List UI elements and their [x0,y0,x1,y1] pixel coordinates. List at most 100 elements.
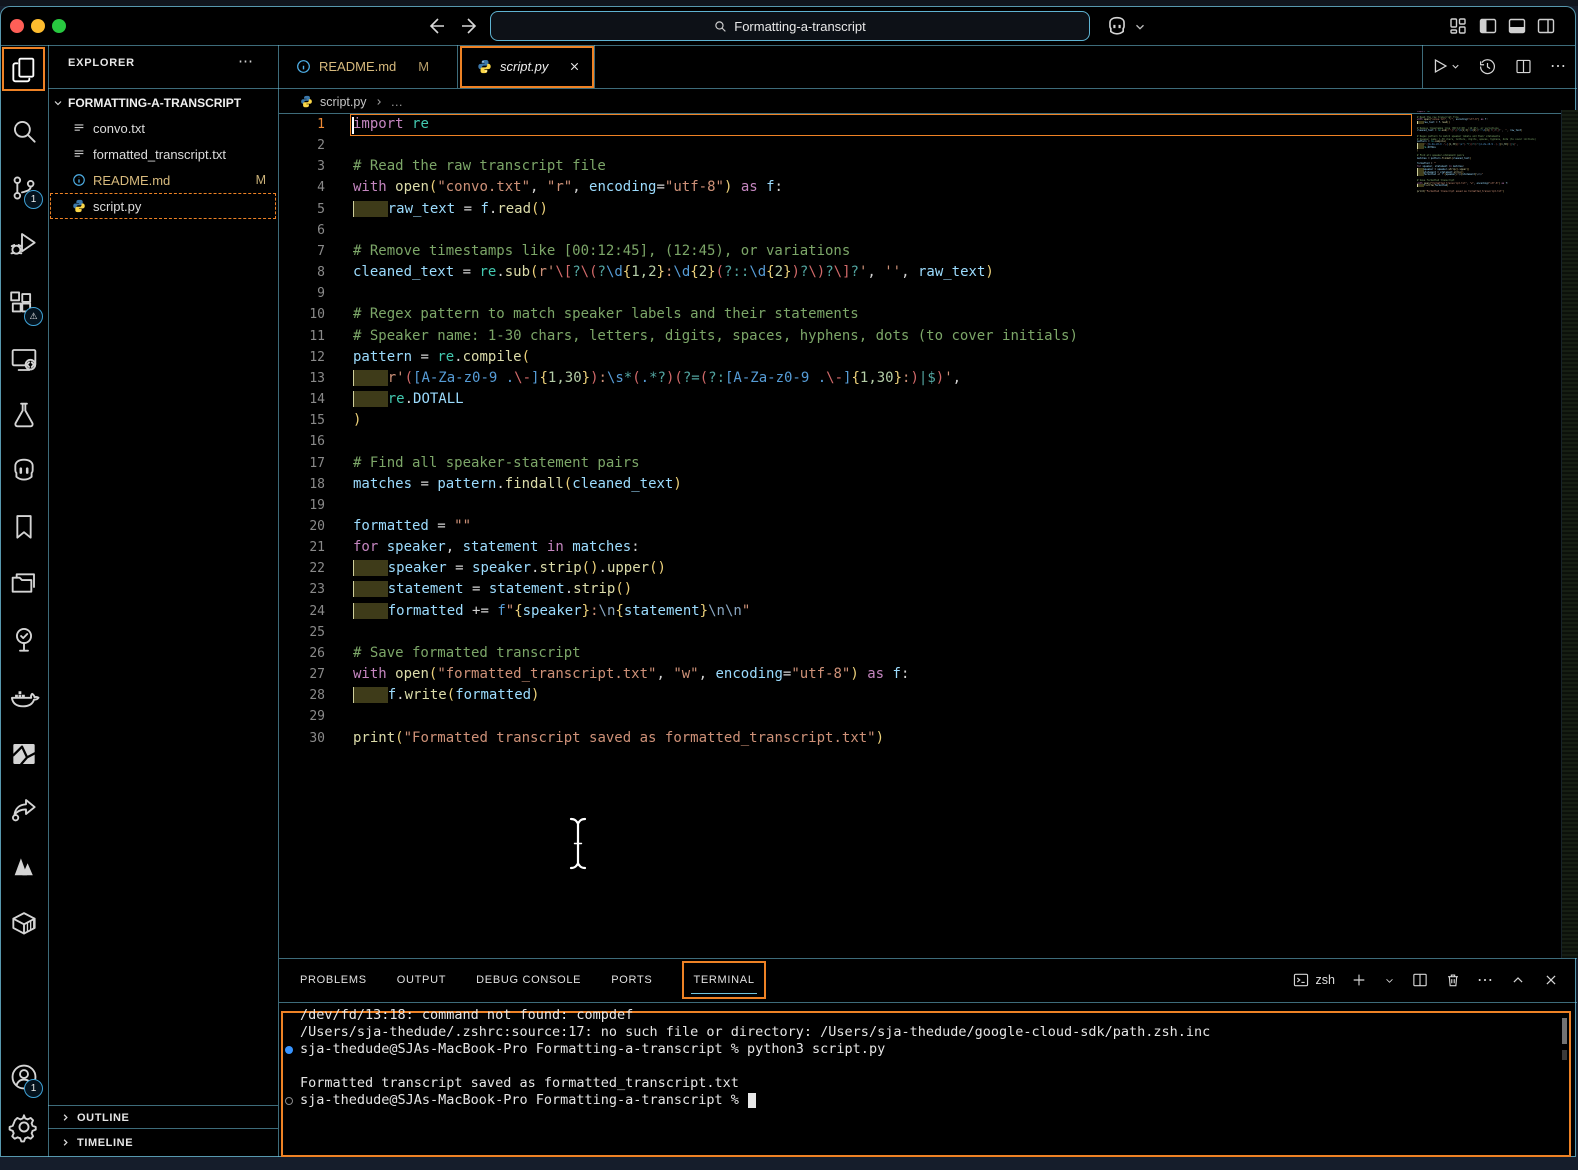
outline-section-header[interactable]: OUTLINE [48,1106,278,1129]
line-number[interactable]: 24 [278,601,325,622]
close-panel-icon[interactable] [1542,971,1560,989]
file-row-script.py[interactable]: script.py [50,193,276,219]
tab-readme-md[interactable]: README.md M [278,45,457,88]
toggle-primary-sidebar-icon[interactable] [1477,15,1499,37]
file-row-convo.txt[interactable]: convo.txt [50,115,276,141]
file-row-formatted_transcript.txt[interactable]: formatted_transcript.txt [50,141,276,167]
line-number[interactable]: 23 [278,579,325,600]
activity-item-image-preview[interactable] [8,738,40,770]
line-number[interactable]: 11 [278,326,325,347]
line-number[interactable]: 12 [278,347,325,368]
line-number[interactable]: 20 [278,516,325,537]
activity-item-project-manager[interactable] [8,567,40,599]
panel-tab-ports[interactable]: PORTS [611,974,652,986]
editor-scrollbar[interactable] [1561,110,1578,958]
line-number[interactable]: 1 [278,114,325,135]
activity-item-share[interactable] [8,794,40,826]
copilot-icon[interactable] [1104,13,1130,39]
line-number[interactable]: 2 [278,135,325,156]
line-number[interactable]: 6 [278,220,325,241]
maximize-panel-chevron-icon[interactable] [1509,971,1527,989]
explorer-more-actions-icon[interactable]: ⋯ [238,52,254,70]
navigate-back-button[interactable] [424,14,448,38]
line-number[interactable]: 25 [278,622,325,643]
breadcrumb-symbol[interactable]: … [391,95,404,109]
line-number[interactable]: 13 [278,368,325,389]
terminal-scrollbar-mark [1562,1050,1567,1060]
traffic-zoom-button[interactable] [52,19,66,33]
activity-item-container[interactable] [8,907,40,939]
minimap[interactable]: import re # Read the raw transcript file… [1417,111,1548,195]
line-number[interactable]: 17 [278,453,325,474]
line-number[interactable]: 9 [278,283,325,304]
customize-layout-icon[interactable] [1447,15,1469,37]
new-terminal-icon[interactable] [1350,971,1368,989]
line-number[interactable]: 19 [278,495,325,516]
panel-tab-debug-console[interactable]: DEBUG CONSOLE [476,974,581,986]
copilot-chevron-down-icon[interactable] [1133,20,1147,34]
code-editor[interactable]: 1 import re 2 3 # Read the raw transcript fi… [278,114,1562,749]
line-number[interactable]: 3 [278,156,325,177]
line-number[interactable]: 5 [278,199,325,220]
line-number[interactable]: 4 [278,177,325,198]
line-number[interactable]: 15 [278,410,325,431]
run-python-button[interactable] [1430,56,1461,76]
terminal-output[interactable]: /dev/fd/13:18: command not found: compde… [281,1007,1559,1109]
activity-item-bookmarks[interactable] [8,511,40,543]
traffic-minimize-button[interactable] [31,19,45,33]
timeline-section-header[interactable]: TIMELINE [48,1131,278,1154]
line-number[interactable]: 18 [278,474,325,495]
timeline-history-icon[interactable] [1478,57,1497,76]
kill-terminal-trash-icon[interactable] [1444,971,1462,989]
command-decoration-hollow[interactable] [285,1096,293,1105]
terminal-shell-selector[interactable]: zsh [1292,971,1335,989]
activity-item-todo-tree[interactable] [8,624,40,656]
panel-tab-problems[interactable]: PROBLEMS [300,974,367,986]
line-number[interactable]: 21 [278,537,325,558]
tab-script-py[interactable]: script.py [460,45,594,88]
split-terminal-icon[interactable] [1411,971,1429,989]
line-number[interactable]: 8 [278,262,325,283]
activity-item-search[interactable] [8,115,40,147]
folder-section-header[interactable]: FORMATTING-A-TRANSCRIPT [52,91,276,115]
activity-item-remote-explorer[interactable] [8,344,40,376]
activity-item-testing[interactable] [8,399,40,431]
activity-item-chat[interactable] [8,454,40,486]
line-number[interactable]: 14 [278,389,325,410]
line-number[interactable]: 7 [278,241,325,262]
breadcrumb-file[interactable]: script.py [320,95,367,109]
line-number[interactable]: 16 [278,431,325,452]
line-number[interactable]: 27 [278,664,325,685]
terminal-scrollbar-thumb[interactable] [1562,1018,1567,1044]
line-number[interactable]: 22 [278,558,325,579]
breadcrumb[interactable]: script.py … [300,90,403,113]
file-row-README.md[interactable]: README.md M [50,167,276,193]
command-center-search[interactable]: Formatting-a-transcript [490,11,1090,41]
activity-item-run-debug[interactable] [8,228,40,260]
traffic-close-button[interactable] [10,19,24,33]
command-decoration-filled[interactable] [285,1045,293,1054]
terminal-text: Formatted transcript saved as formatted_… [300,1075,739,1091]
activity-item-extensions[interactable]: ⚠ [8,289,43,326]
panel-more-actions-icon[interactable]: ⋯ [1477,970,1494,990]
line-number[interactable]: 30 [278,728,325,749]
toggle-secondary-sidebar-icon[interactable] [1535,15,1557,37]
line-number[interactable]: 29 [278,706,325,727]
activity-item-accounts[interactable]: 1 [8,1061,43,1098]
panel-tab-output[interactable]: OUTPUT [397,974,446,986]
navigate-forward-button[interactable] [458,14,482,38]
activity-item-docker[interactable] [8,681,40,713]
line-number[interactable]: 10 [278,304,325,325]
activity-item-mountain[interactable] [8,851,40,883]
toggle-panel-icon[interactable] [1506,15,1528,37]
activity-item-settings[interactable] [8,1111,40,1143]
activity-item-source-control[interactable]: 1 [8,172,43,209]
split-editor-icon[interactable] [1514,57,1533,76]
close-icon[interactable] [568,60,581,73]
line-number[interactable]: 26 [278,643,325,664]
panel-tab-terminal[interactable]: TERMINAL [682,961,766,999]
activity-item-explorer[interactable] [8,54,40,86]
editor-more-actions-icon[interactable]: ⋯ [1550,56,1567,76]
launch-profile-chevron-icon[interactable] [1383,974,1396,987]
line-number[interactable]: 28 [278,685,325,706]
